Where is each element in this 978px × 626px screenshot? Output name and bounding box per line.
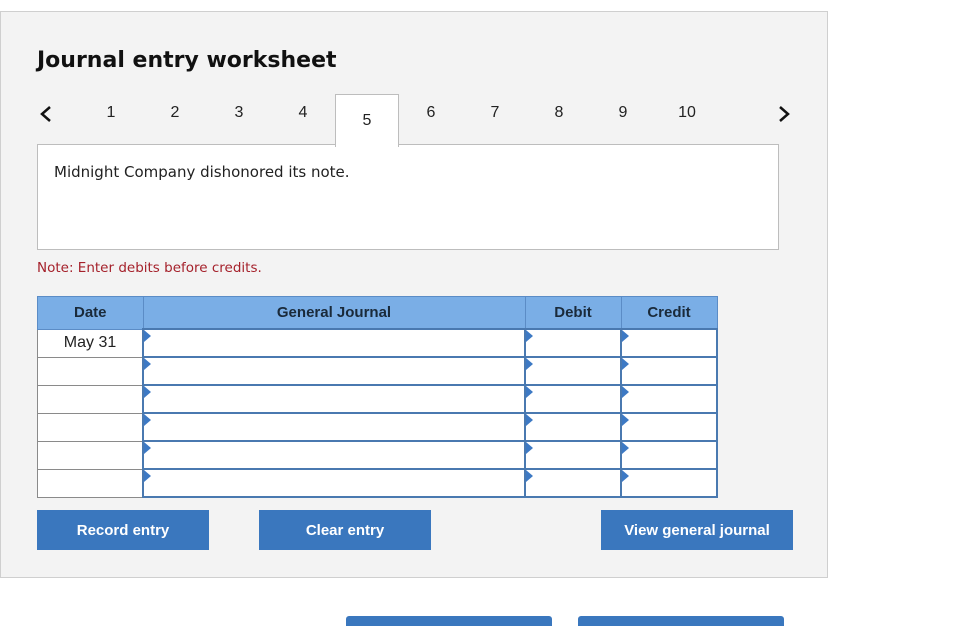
credit-header: Credit (620, 296, 718, 330)
dropdown-indicator-icon (144, 470, 151, 482)
tab-bar: 1 2 3 4 5 6 7 8 9 10 (31, 94, 801, 147)
dropdown-indicator-icon (622, 414, 629, 426)
debit-header: Debit (524, 296, 622, 330)
debit-cell (524, 384, 622, 414)
tab-6[interactable]: 6 (399, 87, 463, 139)
credit-input[interactable] (622, 330, 716, 356)
date-cell (37, 440, 144, 470)
bottom-nav-button-right[interactable] (578, 616, 784, 626)
chevron-right-icon (779, 106, 790, 122)
table-row (37, 384, 718, 414)
dropdown-indicator-icon (622, 470, 629, 482)
date-cell (37, 384, 144, 414)
dropdown-indicator-icon (144, 442, 151, 454)
account-input[interactable] (144, 330, 524, 356)
debit-cell (524, 412, 622, 442)
dropdown-indicator-icon (622, 358, 629, 370)
tab-10[interactable]: 10 (655, 87, 719, 139)
view-general-journal-button[interactable]: View general journal (601, 510, 793, 550)
credit-input[interactable] (622, 414, 716, 440)
dropdown-indicator-icon (144, 358, 151, 370)
credit-input[interactable] (622, 386, 716, 412)
credit-cell (620, 356, 718, 386)
debit-input[interactable] (526, 330, 620, 356)
dropdown-indicator-icon (526, 330, 533, 342)
clear-entry-button[interactable]: Clear entry (259, 510, 431, 550)
account-cell (142, 468, 526, 498)
date-cell (37, 412, 144, 442)
credit-input[interactable] (622, 442, 716, 468)
tab-3[interactable]: 3 (207, 87, 271, 139)
tab-5[interactable]: 5 (335, 94, 399, 147)
debit-input[interactable] (526, 386, 620, 412)
account-input[interactable] (144, 358, 524, 384)
debit-cell (524, 468, 622, 498)
account-cell (142, 412, 526, 442)
credit-input[interactable] (622, 358, 716, 384)
tab-1[interactable]: 1 (79, 87, 143, 139)
table-row (37, 440, 718, 470)
dropdown-indicator-icon (526, 470, 533, 482)
bottom-nav-button-left[interactable] (346, 616, 552, 626)
tab-7[interactable]: 7 (463, 87, 527, 139)
credit-input[interactable] (622, 470, 716, 496)
chevron-left-icon (40, 106, 51, 122)
debit-input[interactable] (526, 442, 620, 468)
journal-header-row: Date General Journal Debit Credit (37, 296, 718, 330)
dropdown-indicator-icon (144, 414, 151, 426)
date-cell (37, 468, 144, 498)
general-journal-header: General Journal (142, 296, 526, 330)
account-input[interactable] (144, 470, 524, 496)
account-input[interactable] (144, 414, 524, 440)
journal-table: Date General Journal Debit Credit May 31 (37, 296, 718, 498)
account-cell (142, 384, 526, 414)
page-title: Journal entry worksheet (37, 48, 337, 73)
dropdown-indicator-icon (526, 442, 533, 454)
credit-cell (620, 412, 718, 442)
tab-2[interactable]: 2 (143, 87, 207, 139)
dropdown-indicator-icon (622, 330, 629, 342)
worksheet-panel: Journal entry worksheet 1 2 3 4 5 6 7 8 … (0, 11, 828, 578)
debit-input[interactable] (526, 470, 620, 496)
next-tab-button[interactable] (769, 94, 799, 134)
account-cell (142, 328, 526, 358)
date-cell (37, 356, 144, 386)
dropdown-indicator-icon (526, 386, 533, 398)
credit-cell (620, 440, 718, 470)
date-header: Date (37, 296, 144, 330)
dropdown-indicator-icon (526, 414, 533, 426)
record-entry-button[interactable]: Record entry (37, 510, 209, 550)
credit-cell (620, 468, 718, 498)
dropdown-indicator-icon (622, 386, 629, 398)
tab-4[interactable]: 4 (271, 87, 335, 139)
debit-cell (524, 328, 622, 358)
dropdown-indicator-icon (144, 330, 151, 342)
table-row (37, 468, 718, 498)
dropdown-indicator-icon (526, 358, 533, 370)
debit-input[interactable] (526, 358, 620, 384)
credit-cell (620, 384, 718, 414)
debit-cell (524, 440, 622, 470)
account-cell (142, 440, 526, 470)
debit-input[interactable] (526, 414, 620, 440)
dropdown-indicator-icon (622, 442, 629, 454)
prev-tab-button[interactable] (31, 94, 61, 134)
transaction-description: Midnight Company dishonored its note. (37, 144, 779, 250)
entry-note: Note: Enter debits before credits. (37, 260, 262, 276)
table-row (37, 412, 718, 442)
table-row (37, 356, 718, 386)
debit-cell (524, 356, 622, 386)
date-cell: May 31 (37, 328, 144, 358)
account-input[interactable] (144, 442, 524, 468)
account-cell (142, 356, 526, 386)
tab-8[interactable]: 8 (527, 87, 591, 139)
table-row: May 31 (37, 328, 718, 358)
credit-cell (620, 328, 718, 358)
tab-9[interactable]: 9 (591, 87, 655, 139)
account-input[interactable] (144, 386, 524, 412)
dropdown-indicator-icon (144, 386, 151, 398)
